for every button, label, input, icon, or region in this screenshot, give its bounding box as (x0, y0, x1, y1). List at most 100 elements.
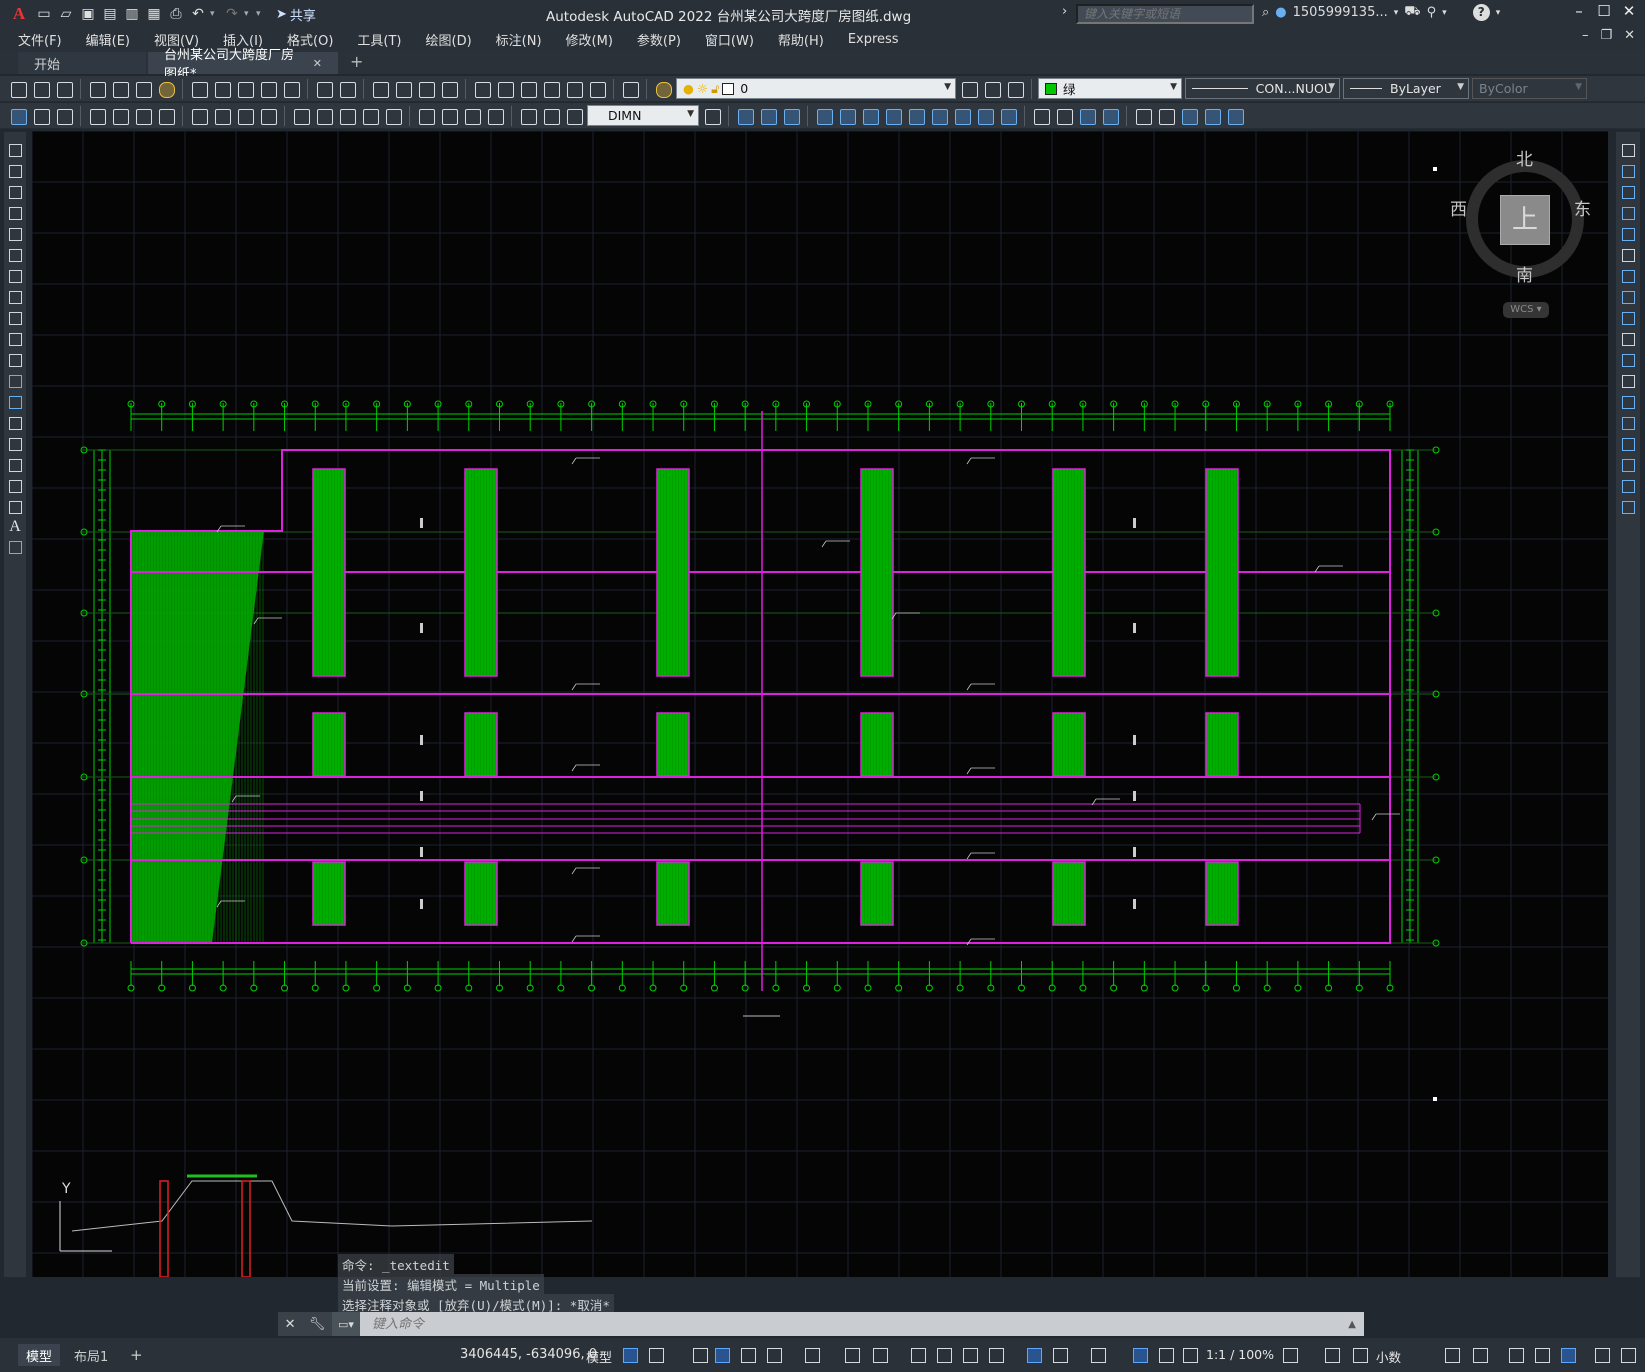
dim-update-icon[interactable] (564, 106, 584, 126)
annotation-scale-value[interactable]: 1:1 / 100% (1206, 1347, 1274, 1362)
dim-style-manager-icon[interactable] (702, 106, 722, 126)
units-icon[interactable] (1350, 1346, 1370, 1364)
rectangle-icon[interactable] (6, 224, 24, 244)
zoom-realtime-icon[interactable] (393, 79, 413, 99)
chamfer-icon[interactable] (1619, 434, 1637, 454)
3d-move-icon[interactable] (1156, 106, 1176, 126)
user-name[interactable]: 1505999135... (1293, 5, 1388, 20)
publish-icon[interactable] (133, 79, 153, 99)
snap-icon[interactable] (646, 1346, 666, 1364)
viewcube-top-face[interactable]: 上 (1500, 195, 1550, 245)
undo-dropdown-icon[interactable]: ▾ (210, 9, 220, 19)
copy-object-icon[interactable] (1619, 161, 1637, 181)
save-to-web-icon[interactable]: ▦ (144, 4, 164, 24)
layer-select[interactable]: ● ☼ 🔓︎ 0 ▼ (676, 78, 956, 99)
cart-icon[interactable]: ⛟ (1404, 4, 1420, 21)
recent-commands-icon[interactable]: ▭▾ (332, 1312, 360, 1336)
revision-cloud-icon[interactable] (6, 287, 24, 307)
close-tab-icon[interactable]: ✕ (313, 57, 322, 70)
sheet-set-icon[interactable] (541, 79, 561, 99)
materials-icon[interactable] (1077, 106, 1097, 126)
quick-properties-icon[interactable] (1442, 1346, 1462, 1364)
join-icon[interactable] (1619, 413, 1637, 433)
blend-curves-icon[interactable] (1619, 476, 1637, 496)
block-editor-icon[interactable] (281, 79, 301, 99)
workspace-icon[interactable] (8, 106, 28, 126)
hatch-icon[interactable] (6, 434, 24, 454)
explode-icon[interactable] (1619, 497, 1637, 517)
new-tab-button[interactable]: + (344, 52, 369, 74)
menu-item-0[interactable]: 文件(F) (18, 30, 62, 49)
tab-start[interactable]: 开始 (18, 52, 146, 74)
inspect-icon[interactable] (462, 106, 482, 126)
customization-icon[interactable] (1618, 1346, 1638, 1364)
menu-item-5[interactable]: 工具(T) (357, 30, 401, 49)
save-as-icon[interactable]: ▤ (100, 4, 120, 24)
gizmo-icon[interactable] (1088, 1346, 1108, 1364)
model-space-button[interactable]: 模型 (586, 1347, 612, 1366)
menu-item-12[interactable]: Express (848, 32, 899, 47)
redo-dropdown-icon[interactable]: ▾ (244, 9, 254, 19)
revolve-icon[interactable] (883, 106, 903, 126)
graphics-performance-icon[interactable] (1532, 1346, 1552, 1364)
compass-north[interactable]: 北 (1516, 145, 1533, 170)
infer-constraints-icon[interactable] (690, 1346, 710, 1364)
3d-rotate-icon[interactable] (1179, 106, 1199, 126)
transparency-icon[interactable] (934, 1346, 954, 1364)
menu-item-8[interactable]: 修改(M) (566, 30, 613, 49)
drawing-canvas[interactable]: 上 北 南 东 西 WCS ▾ Y (32, 131, 1608, 1277)
construction-line-icon[interactable] (6, 161, 24, 181)
help-dropdown-icon[interactable]: ▾ (1496, 8, 1501, 18)
new-file-icon[interactable]: ▭ (34, 4, 54, 24)
plot-icon[interactable]: ⎙ (166, 4, 186, 24)
3d-mirror-icon[interactable] (1225, 106, 1245, 126)
3d-scale-icon[interactable] (1202, 106, 1222, 126)
menu-item-11[interactable]: 帮助(H) (778, 30, 824, 49)
add-selected-icon[interactable] (6, 537, 24, 557)
compass-east[interactable]: 东 (1574, 195, 1591, 220)
scale-icon[interactable] (1619, 287, 1637, 307)
redo-icon[interactable]: ↷ (222, 4, 242, 24)
user-dropdown-icon[interactable]: ▾ (1394, 8, 1399, 18)
cut-icon[interactable] (189, 79, 209, 99)
save-icon[interactable]: ▣ (78, 4, 98, 24)
cursor-coordinates[interactable]: 3406445, -634096, 0 (460, 1347, 597, 1362)
ortho-icon[interactable] (738, 1346, 758, 1364)
object-snap-icon[interactable] (870, 1346, 890, 1364)
arc-icon[interactable] (6, 245, 24, 265)
save-tool-icon[interactable] (54, 79, 74, 99)
search-icon[interactable]: ⌕ (1262, 5, 1269, 20)
polygon-icon[interactable] (6, 203, 24, 223)
account-area[interactable]: ⌕ ● 1505999135... ▾ ⛟ ⚲ ▾ ? ▾ (1262, 4, 1500, 21)
layer-properties-icon[interactable] (653, 79, 673, 99)
doc-minimize-button[interactable]: – (1582, 28, 1589, 43)
connect-dropdown-icon[interactable]: ▾ (1442, 8, 1447, 18)
loft-icon[interactable] (906, 106, 926, 126)
make-block-icon[interactable] (6, 392, 24, 412)
help-search-input[interactable] (1076, 4, 1254, 24)
shell-icon[interactable] (998, 106, 1018, 126)
compass-west[interactable]: 西 (1450, 195, 1467, 220)
units-value[interactable]: 小数 (1376, 1347, 1401, 1366)
layer-states-icon[interactable] (1005, 79, 1025, 99)
diameter-dim-icon[interactable] (235, 106, 255, 126)
viewcube[interactable]: 上 北 南 东 西 (1450, 145, 1596, 295)
command-input[interactable] (360, 1313, 1341, 1335)
3d-dwf-icon[interactable] (156, 79, 176, 99)
open-from-web-icon[interactable]: ▥ (122, 4, 142, 24)
baseline-dim-icon[interactable] (314, 106, 334, 126)
plot-tool-icon[interactable] (87, 79, 107, 99)
annotation-visibility-icon[interactable] (1130, 1346, 1150, 1364)
menu-item-1[interactable]: 编辑(E) (86, 30, 130, 49)
stretch-icon[interactable] (1619, 308, 1637, 328)
maximize-button[interactable]: ☐ (1592, 2, 1616, 24)
close-window-button[interactable]: ✕ (1617, 2, 1641, 24)
angular-dim-icon[interactable] (258, 106, 278, 126)
doc-restore-button[interactable]: ❐ (1600, 28, 1612, 43)
lights-icon[interactable] (1100, 106, 1120, 126)
ellipse-arc-icon[interactable] (6, 350, 24, 370)
break-at-point-icon[interactable] (1619, 371, 1637, 391)
close-command-line-icon[interactable]: ✕ (285, 1317, 296, 1332)
slice-icon[interactable] (929, 106, 949, 126)
center-mark-icon[interactable] (439, 106, 459, 126)
